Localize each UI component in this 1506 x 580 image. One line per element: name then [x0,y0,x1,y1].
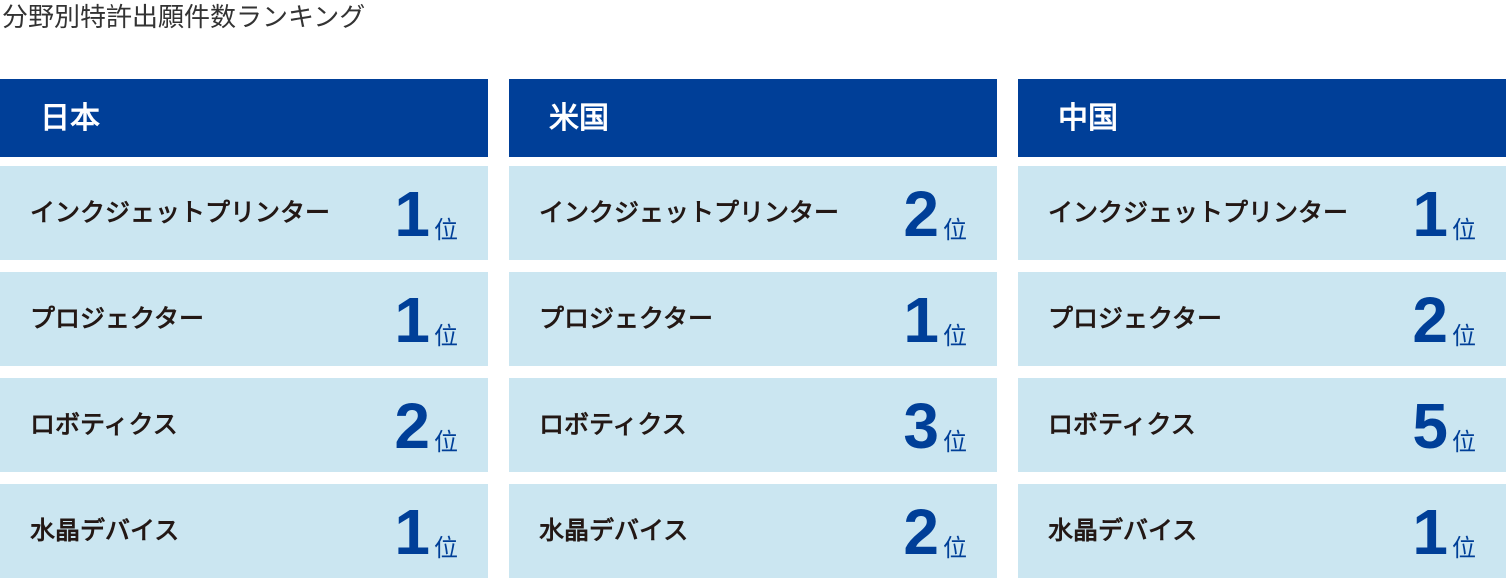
rank-number: 1 [394,178,430,250]
rank-number: 1 [1412,178,1448,250]
field-label: 水晶デバイス [1048,516,1198,545]
field-label: ロボティクス [30,410,178,439]
rank-number: 1 [903,284,939,356]
rank-number: 3 [903,390,939,462]
field-label: ロボティクス [1048,410,1196,439]
field-label: プロジェクター [539,304,714,333]
rank-number: 1 [394,284,430,356]
ranking-row: プロジェクター 1 位 [0,272,488,366]
column-header: 日本 [0,79,488,157]
ranking-row: プロジェクター 1 位 [509,272,997,366]
field-label: ロボティクス [539,410,687,439]
rank-unit: 位 [434,216,458,244]
field-label: 水晶デバイス [30,516,180,545]
column-header: 中国 [1018,79,1506,157]
rank-value: 1 位 [394,166,458,260]
rank-number: 2 [903,496,939,568]
ranking-row: プロジェクター 2 位 [1018,272,1506,366]
rank-value: 1 位 [903,272,967,366]
rank-unit: 位 [943,428,967,456]
ranking-column-usa: 米国 インクジェットプリンター 2 位 プロジェクター 1 位 ロボティクス 3… [509,79,997,580]
page-title: 分野別特許出願件数ランキング [2,3,366,33]
rank-unit: 位 [943,216,967,244]
rank-unit: 位 [434,322,458,350]
rank-number: 2 [1412,284,1448,356]
ranking-row: ロボティクス 3 位 [509,378,997,472]
ranking-row: インクジェットプリンター 1 位 [1018,166,1506,260]
ranking-row: 水晶デバイス 2 位 [509,484,997,578]
field-label: プロジェクター [30,304,205,333]
rank-value: 2 位 [394,378,458,472]
rank-unit: 位 [434,534,458,562]
field-label: インクジェットプリンター [30,198,331,227]
rank-unit: 位 [434,428,458,456]
ranking-column-china: 中国 インクジェットプリンター 1 位 プロジェクター 2 位 ロボティクス 5… [1018,79,1506,580]
column-header: 米国 [509,79,997,157]
rank-number: 2 [903,178,939,250]
rank-value: 2 位 [903,166,967,260]
rank-value: 2 位 [903,484,967,578]
ranking-row: 水晶デバイス 1 位 [1018,484,1506,578]
rank-number: 1 [394,496,430,568]
rank-value: 5 位 [1412,378,1476,472]
ranking-column-japan: 日本 インクジェットプリンター 1 位 プロジェクター 1 位 ロボティクス 2… [0,79,488,580]
ranking-row: ロボティクス 5 位 [1018,378,1506,472]
rank-unit: 位 [943,322,967,350]
rank-value: 1 位 [394,484,458,578]
rank-number: 5 [1412,390,1448,462]
field-label: プロジェクター [1048,304,1223,333]
ranking-columns: 日本 インクジェットプリンター 1 位 プロジェクター 1 位 ロボティクス 2… [0,79,1506,580]
ranking-row: インクジェットプリンター 2 位 [509,166,997,260]
ranking-row: インクジェットプリンター 1 位 [0,166,488,260]
rank-unit: 位 [1452,428,1476,456]
rank-unit: 位 [943,534,967,562]
rank-unit: 位 [1452,534,1476,562]
ranking-row: ロボティクス 2 位 [0,378,488,472]
rank-number: 2 [394,390,430,462]
rank-unit: 位 [1452,322,1476,350]
rank-unit: 位 [1452,216,1476,244]
rank-value: 3 位 [903,378,967,472]
rank-value: 1 位 [1412,484,1476,578]
rank-value: 1 位 [1412,166,1476,260]
field-label: インクジェットプリンター [539,198,840,227]
field-label: 水晶デバイス [539,516,689,545]
rank-number: 1 [1412,496,1448,568]
ranking-row: 水晶デバイス 1 位 [0,484,488,578]
field-label: インクジェットプリンター [1048,198,1349,227]
rank-value: 1 位 [394,272,458,366]
rank-value: 2 位 [1412,272,1476,366]
